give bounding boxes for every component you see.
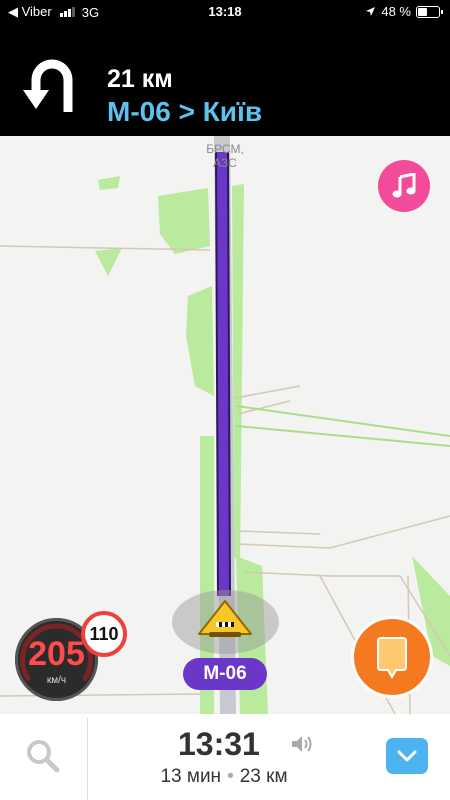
report-pin-icon	[377, 637, 407, 680]
speed-limit-sign: 110	[81, 611, 127, 657]
current-road-badge: М-06	[183, 658, 267, 690]
car-marker-icon[interactable]	[196, 598, 254, 640]
next-street: М-06 > Київ	[107, 96, 263, 127]
status-right: 48 %	[365, 4, 443, 19]
location-arrow-icon	[366, 7, 376, 16]
speaker-icon[interactable]	[290, 734, 314, 754]
navigation-banner[interactable]: 21 км М-06 > Київ	[0, 24, 450, 136]
maneuver-distance: 21 км	[107, 65, 173, 93]
eta-time[interactable]: 13:31	[178, 726, 260, 763]
poi-label[interactable]: БРСМ, АЗС	[195, 142, 255, 170]
chevron-down-icon	[397, 750, 417, 762]
speed-unit: км/ч	[46, 675, 67, 686]
battery-percent: 48 %	[381, 4, 411, 19]
trip-duration: 13 мин	[160, 766, 222, 787]
music-note-icon	[392, 173, 416, 198]
trip-separator: •	[227, 766, 234, 787]
search-icon[interactable]	[25, 738, 61, 774]
music-button[interactable]	[378, 160, 430, 212]
u-turn-icon	[23, 59, 73, 112]
trip-distance: 23 км	[239, 766, 288, 787]
battery-icon	[416, 5, 443, 18]
expand-button[interactable]	[386, 738, 428, 774]
map-green-lines	[235, 405, 450, 447]
trip-summary[interactable]: 13 мин • 23 км	[88, 766, 360, 788]
status-bar: ◀ Viber 3G 13:18 48 %	[0, 0, 450, 24]
route-line	[217, 151, 229, 597]
